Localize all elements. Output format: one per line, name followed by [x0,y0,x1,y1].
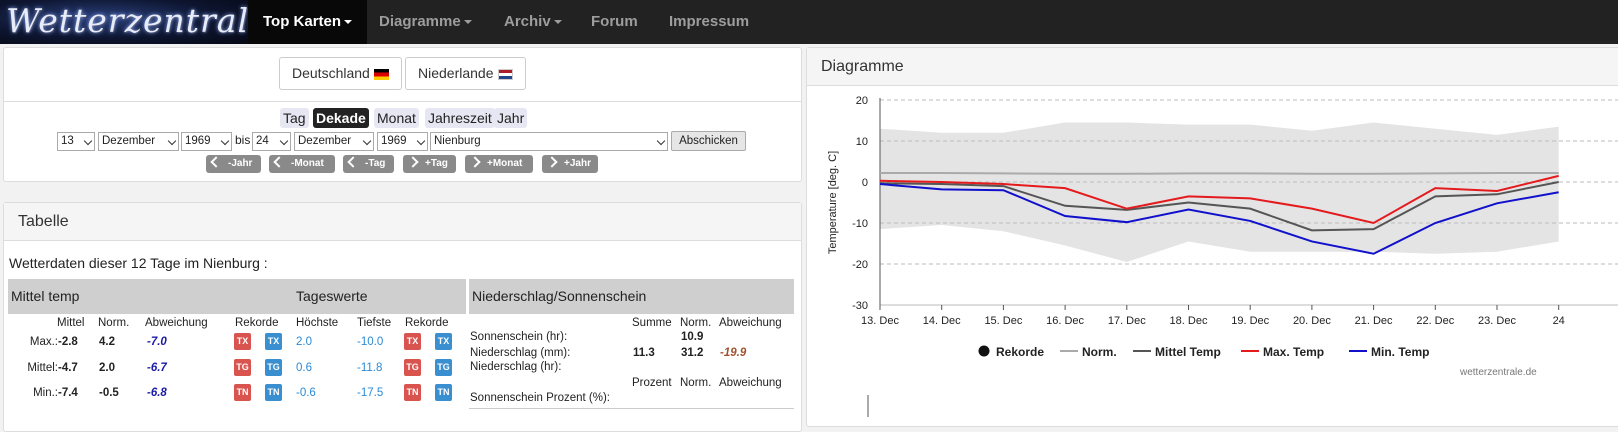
x-tick-label: 24 [1553,315,1565,327]
x-tick-label: 19. Dec [1231,315,1269,327]
y-tick-label: 0 [862,177,868,189]
legend-label: Max. Temp [1263,345,1324,359]
y-axis-title: Temperature [deg. C] [827,151,839,254]
x-tick-label: 17. Dec [1108,315,1146,327]
x-tick-label: 15. Dec [984,315,1022,327]
temperature-chart: 20 10 0 -10 -20 -30 13. Dec 14. Dec 15. Dec 16. D… [827,95,1618,417]
y-tick-label: -10 [852,218,868,230]
x-tick-label: 21. Dec [1355,315,1393,327]
x-tick-label: 13. Dec [861,315,899,327]
y-tick-label: -20 [852,259,868,271]
y-tick-label: 20 [856,95,868,107]
y-tick-label: 10 [856,136,868,148]
legend-label: Mittel Temp [1155,345,1221,359]
x-tick-label: 22. Dec [1416,315,1454,327]
legend-label: Min. Temp [1371,345,1429,359]
x-tick-label: 18. Dec [1170,315,1208,327]
legend-label: Rekorde [996,345,1044,359]
record-range-band [880,122,1559,262]
legend-marker-rekorde [978,345,990,357]
chart-watermark: wetterzentrale.de [1460,367,1537,378]
legend-label: Norm. [1082,345,1117,359]
series-line-norm [880,171,1559,175]
x-tick-label: 20. Dec [1293,315,1331,327]
y-tick-label: -30 [852,300,868,312]
x-tick-label: 16. Dec [1046,315,1084,327]
x-tick-label: 23. Dec [1478,315,1516,327]
x-tick-label: 14. Dec [923,315,961,327]
